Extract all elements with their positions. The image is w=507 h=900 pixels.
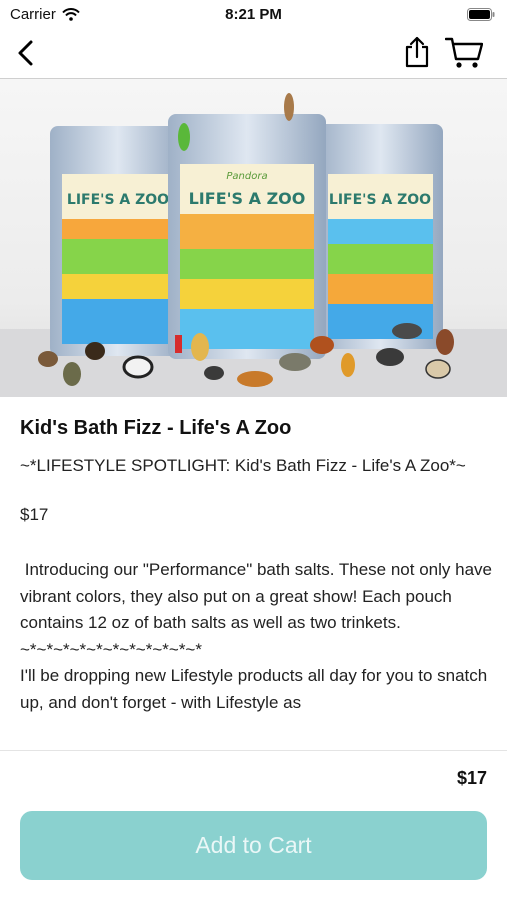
- share-icon[interactable]: [403, 36, 431, 68]
- bottom-divider: [0, 750, 507, 751]
- product-details: Kid's Bath Fizz - Life's A Zoo ~*LIFESTY…: [0, 397, 507, 750]
- nav-bar: [0, 28, 507, 79]
- status-bar: Carrier 8:21 PM: [0, 0, 507, 28]
- bottom-price: $17: [456, 768, 487, 788]
- brand-label: Pandora: [226, 171, 267, 182]
- bath-fizz-pouch-right: LIFE'S A ZOO: [318, 124, 443, 349]
- product-image: LIFE'S A ZOO LIFE'S A ZOO Pandora LIFE'S…: [0, 79, 507, 397]
- bath-fizz-pouch-center: Pandora LIFE'S A ZOO: [168, 114, 326, 359]
- pouch-label: LIFE'S A ZOO: [189, 189, 306, 208]
- bath-fizz-pouch-left: LIFE'S A ZOO: [50, 126, 185, 356]
- status-time: 8:21 PM: [225, 6, 282, 23]
- pouch-label: LIFE'S A ZOO: [329, 192, 431, 208]
- scroll-fade: [0, 720, 507, 750]
- pouch-label: LIFE'S A ZOO: [67, 192, 169, 208]
- product-description: Introducing our "Performance" bath salts…: [20, 560, 492, 712]
- product-subtitle: ~*LIFESTYLE SPOTLIGHT: Kid's Bath Fizz -…: [20, 456, 466, 475]
- product-title: Kid's Bath Fizz - Life's A Zoo: [20, 417, 292, 439]
- cart-icon[interactable]: [445, 36, 483, 70]
- product-price: $17: [20, 505, 49, 524]
- back-chevron-icon[interactable]: [12, 38, 40, 68]
- add-to-cart-button[interactable]: Add to Cart: [20, 811, 487, 880]
- product-photo: LIFE'S A ZOO LIFE'S A ZOO Pandora LIFE'S…: [0, 93, 507, 397]
- battery-icon: [467, 8, 495, 21]
